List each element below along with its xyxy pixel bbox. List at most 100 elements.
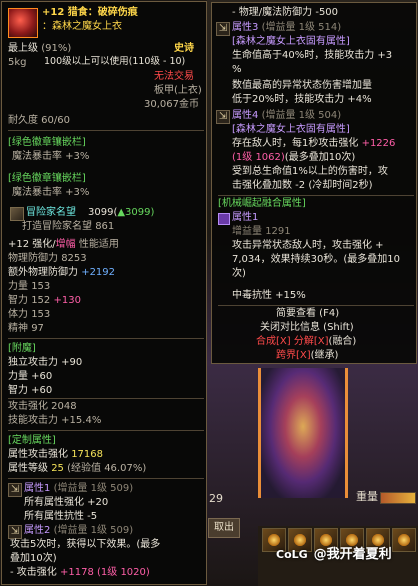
str-label: 力量 xyxy=(8,281,28,292)
int-label: 智力 xyxy=(8,295,28,306)
prop3-header: 属性3 (增益量 1级 514) xyxy=(232,21,341,34)
def-penalty-line: - 物理/魔法防御力 -500 xyxy=(232,7,339,18)
mech-amp: 增益量 1291 xyxy=(232,225,291,238)
prop4-tag: (增益量 1级 504) xyxy=(261,110,342,121)
arrow-icon: ⇲ xyxy=(216,22,230,36)
disassemble-button[interactable]: 分解[X] xyxy=(294,336,329,347)
enchant-title: [附魔] xyxy=(8,343,36,354)
phys-def: 物理防御力 8253 xyxy=(8,252,87,265)
forge-fame-label: 打造冒险家名望 xyxy=(22,221,92,232)
arrow-icon: ⇲ xyxy=(216,110,230,124)
simple-view-button[interactable]: 简要查看 (F4) xyxy=(276,307,339,320)
grade-text: 最上级 xyxy=(8,43,38,54)
grade-pct: (91%) xyxy=(41,43,72,54)
custom-attr-level: 属性等级 25 (经验值 46.07%) xyxy=(8,462,146,475)
divider xyxy=(8,130,204,131)
prop4-line-2: (1级 1062)(最多叠加10次) xyxy=(232,151,355,164)
custom-lv-label: 属性等级 xyxy=(8,463,48,474)
enchant-line-1: 独立攻击力 +90 xyxy=(8,357,83,368)
atk-boost: 攻击强化 2048 xyxy=(8,401,77,412)
fusion-label: (融合) xyxy=(328,336,357,347)
item-subtitle: ：森林之魔女上衣 xyxy=(42,21,122,32)
reinforce-suffix: 性能适用 xyxy=(78,239,119,250)
fame-up: ▲3099) xyxy=(117,207,155,218)
adventurer-fame-value: 3099(▲3099) xyxy=(88,206,154,219)
vit-label: 体力 xyxy=(8,309,28,320)
mech-line-3: 次) xyxy=(232,268,246,279)
synthesize-button[interactable]: 合成[X] xyxy=(256,336,291,347)
str-value: 153 xyxy=(31,281,51,292)
attr2-line-1: 攻击5次时，获得以下效果。(最多 xyxy=(10,539,161,550)
attr1-tag: (增益量 1级 509) xyxy=(53,483,134,494)
mech-amp-value: 1291 xyxy=(265,226,291,237)
custom-atk-value: 17168 xyxy=(71,449,103,460)
item-price: 30,067金币 xyxy=(144,99,199,110)
fame-value: 3099( xyxy=(88,207,118,218)
divider xyxy=(8,338,204,339)
emblem-slot-1-title: [绿色徽章镶嵌栏] xyxy=(8,137,86,148)
mech-line-2: 7,034，效果持续30秒。(最多叠加10 xyxy=(232,254,400,265)
mech-fusion-title: [机械崛起融合属性] xyxy=(218,198,306,209)
slot-type: 板甲(上衣) xyxy=(154,85,202,96)
take-out-button[interactable]: 取出 xyxy=(208,518,240,538)
stat-vit: 体力 153 xyxy=(8,308,50,321)
prop4-header: 属性4 (增益量 1级 504) xyxy=(232,109,341,122)
prop4-line-2-tag: (1级 1062) xyxy=(232,152,285,163)
mech-attr-title: 属性1 xyxy=(232,212,259,223)
fusion-attr-icon xyxy=(218,213,230,225)
extra-def: 额外物理防御力 +2192 xyxy=(8,266,115,279)
custom-attr-title: [定制属性] xyxy=(8,435,56,446)
cross-actions: 跨界[X](继承) xyxy=(276,349,338,362)
prop4-line-4: 击强化叠加数 -2 (冷却时间2秒) xyxy=(232,180,373,191)
prop4-set: [森林之魔女上衣固有属性] xyxy=(232,124,350,135)
skill-slot[interactable] xyxy=(392,528,416,552)
watermark: CoLG @我开着夏利 xyxy=(276,546,392,563)
vit-value: 153 xyxy=(31,309,51,320)
prop4-line-1-val: +1226 xyxy=(361,138,396,149)
watermark-brand: CoLG xyxy=(276,548,308,561)
attr2-line-3-pre: - 攻击强化 xyxy=(10,567,57,578)
grade-label: 最上级 (91%) xyxy=(8,42,71,55)
extra-def-label: 额外物理防御力 xyxy=(8,267,78,278)
int-bonus: +130 xyxy=(53,295,81,306)
divider xyxy=(218,195,414,196)
weight-label: 重量 xyxy=(356,490,378,503)
spi-value: 97 xyxy=(31,323,44,334)
int-value: 152 xyxy=(31,295,51,306)
attr2-line-3-val: +1178 xyxy=(59,567,94,578)
no-trade-label: 无法交易 xyxy=(154,71,194,82)
attr2-line-2: 叠加10次) xyxy=(10,553,57,564)
forge-fame-value: 861 xyxy=(95,221,115,232)
phys-def-value: 8253 xyxy=(61,253,87,264)
skill-atk: 技能攻击力 +15.4% xyxy=(8,415,102,426)
item-tooltip-left: +12 猎食：破碎伤痕 ：森林之魔女上衣 最上级 (91%) 史诗 5kg 10… xyxy=(1,1,207,585)
cross-realm-button[interactable]: 跨界[X] xyxy=(276,350,311,361)
forge-fame: 打造冒险家名望 861 xyxy=(22,220,114,233)
mech-line-1: 攻击异常状态敌人时，攻击强化 + xyxy=(232,240,384,251)
rarity-label: 史诗 xyxy=(174,43,194,54)
side-counter: 29 xyxy=(209,492,223,505)
prop3-line-2: % xyxy=(232,64,242,75)
attr1-header: 属性1 (增益量 1级 509) xyxy=(24,482,133,495)
item-title: +12 猎食：破碎伤痕 xyxy=(42,7,138,18)
prop3-line-4: 低于20%时，技能攻击力 +4% xyxy=(232,94,372,105)
prop3-line-3: 数值最高的异常状态伤害增加量 xyxy=(232,80,372,91)
attr1-line-2: 所有属性抗性 -5 xyxy=(24,511,98,522)
close-compare-button[interactable]: 关闭对比信息 (Shift) xyxy=(260,321,354,334)
prop3-tag: (增益量 1级 514) xyxy=(261,22,342,33)
enchant-line-3: 智力 +60 xyxy=(8,385,53,396)
weight-bar xyxy=(380,492,416,504)
poison-resist: 中毒抗性 +15% xyxy=(232,290,306,301)
prop3-set: [森林之魔女上衣固有属性] xyxy=(232,36,350,47)
attr2-line-3-tag: (1级 1020) xyxy=(97,567,150,578)
character-art xyxy=(258,368,348,498)
adventurer-fame-icon xyxy=(10,207,24,221)
divider xyxy=(8,430,204,431)
attr2-header: 属性2 (增益量 1级 509) xyxy=(24,524,133,537)
divider xyxy=(218,305,414,306)
divider xyxy=(8,398,204,399)
mech-amp-label: 增益量 xyxy=(232,226,262,237)
emblem-slot-2-stat: 魔法暴击率 +3% xyxy=(12,187,90,198)
stat-str: 力量 153 xyxy=(8,280,50,293)
arrow-icon: ⇲ xyxy=(8,525,22,539)
